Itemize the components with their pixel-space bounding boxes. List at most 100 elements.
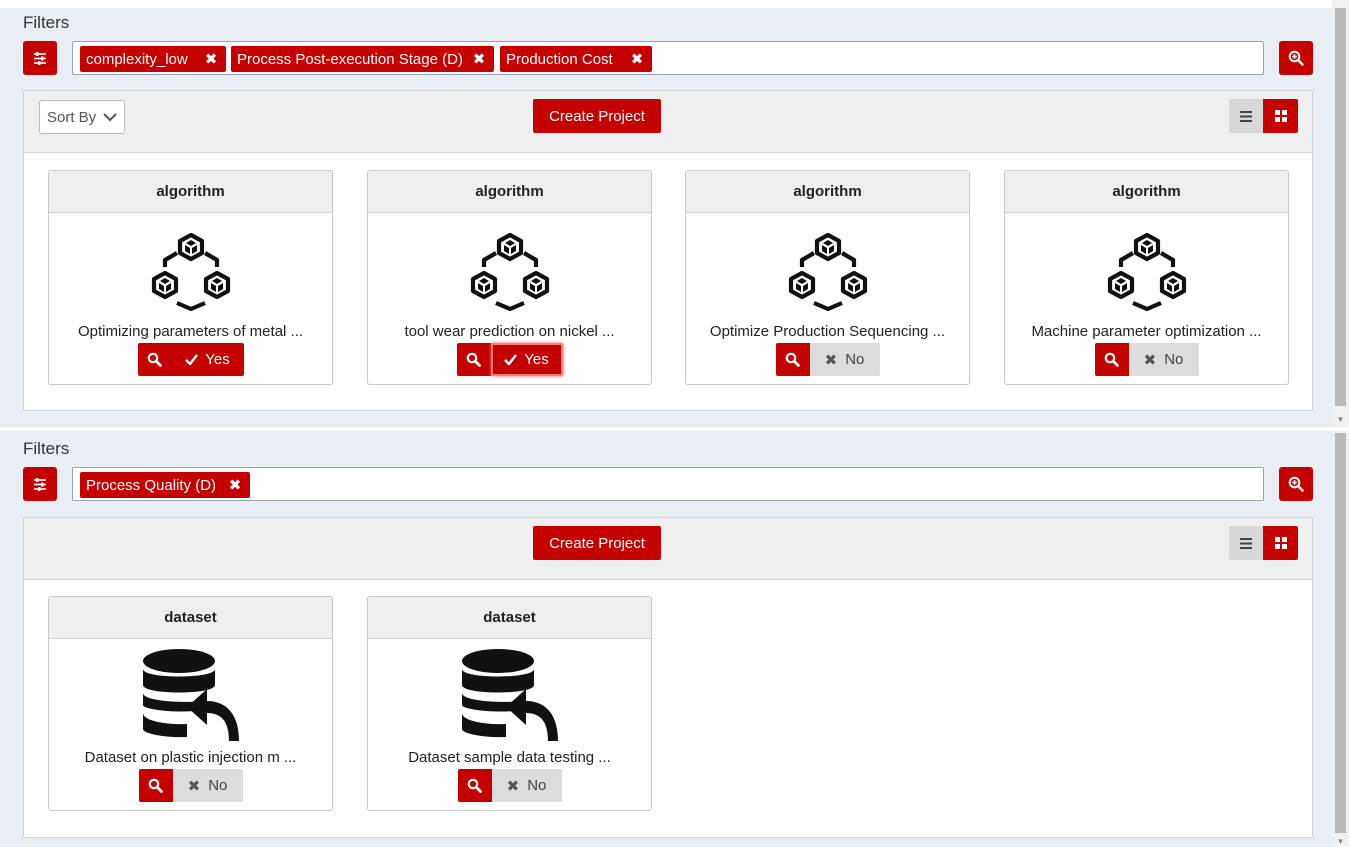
status-toggle-button[interactable]: Yes [490,343,563,376]
status-label: No [845,351,865,368]
search-filters-button[interactable] [1279,467,1313,501]
status-toggle-button[interactable]: ✖ No [172,769,243,802]
projects-toolbar: Create Project [24,518,1312,580]
project-card: dataset Dataset on plastic injection m .… [48,596,333,811]
search-icon [148,778,163,793]
view-button[interactable] [138,769,173,802]
filter-toggle-button[interactable] [23,41,57,75]
project-card: algorithm Machine parameter optimization… [1004,170,1289,385]
card-description: Dataset sample data testing ... [408,749,611,766]
card-description: Optimize Production Sequencing ... [709,323,946,340]
filter-chip: Production Cost ✖ [500,46,652,72]
sliders-icon [34,51,46,65]
sliders-icon [34,477,46,491]
close-icon: ✖ [824,351,838,369]
card-type: algorithm [368,171,651,213]
filter-chip: Process Quality (D) ✖ [80,472,250,498]
projects-container: Sort By Create Project algorithm Optimiz… [23,90,1313,411]
filter-toggle-button[interactable] [23,467,57,501]
project-card: dataset Dataset sample data testing ... … [367,596,652,811]
status-label: No [208,777,228,794]
filter-chip-label: complexity_low [86,50,188,68]
filter-chip-label: Production Cost [506,50,613,68]
close-icon: ✖ [506,777,520,795]
close-icon[interactable]: ✖ [196,50,226,68]
filter-chip-label: Process Post-execution Stage (D) [237,50,463,68]
filters-label: Filters [23,439,70,458]
search-icon [466,352,481,367]
card-type: algorithm [49,171,332,213]
create-project-button[interactable]: Create Project [533,99,661,133]
search-icon [785,352,800,367]
scroll-down-icon[interactable]: ▼ [1332,837,1349,847]
status-toggle-button[interactable]: ✖ No [491,769,562,802]
view-button[interactable] [137,343,172,376]
view-button[interactable] [456,343,491,376]
grid-view-button[interactable] [1263,526,1298,560]
cubes-network-icon [149,229,233,313]
close-icon[interactable]: ✖ [622,50,652,68]
close-icon: ✖ [1143,351,1157,369]
cubes-network-icon [468,229,552,313]
status-label: Yes [205,351,230,368]
status-label: No [1164,351,1184,368]
sort-by-select[interactable]: Sort By [39,100,125,134]
project-card: algorithm Optimize Production Sequencing… [685,170,970,385]
chevron-down-icon [103,112,117,121]
database-import-icon [142,649,239,741]
filters-label: Filters [23,13,70,32]
filter-chip-input[interactable]: Process Quality (D) ✖ [72,467,1264,501]
grid-view-button[interactable] [1263,99,1298,133]
filter-chip-input[interactable]: complexity_low ✖ Process Post-execution … [72,41,1264,75]
check-icon [504,354,518,365]
card-type: algorithm [1005,171,1288,213]
projects-container: Create Project dataset Dataset on plasti… [23,517,1313,838]
view-button[interactable] [1094,343,1129,376]
card-description: Dataset on plastic injection m ... [84,749,297,766]
list-icon [1240,110,1252,122]
close-icon: ✖ [187,777,201,795]
check-icon [185,354,199,365]
view-button[interactable] [775,343,810,376]
filter-chip: complexity_low ✖ [80,46,226,72]
project-card: algorithm Optimizing parameters of metal… [48,170,333,385]
card-description: Machine parameter optimization ... [1031,323,1262,340]
list-view-button[interactable] [1229,526,1263,560]
grid-icon [1274,110,1287,122]
card-description: Optimizing parameters of metal ... [77,323,304,340]
filter-chip-label: Process Quality (D) [86,476,217,494]
filter-chip: Process Post-execution Stage (D) ✖ [231,46,494,72]
scrollbar[interactable]: ▼ [1332,0,1349,427]
status-toggle-button[interactable]: Yes [171,343,244,376]
projects-toolbar: Sort By Create Project [24,91,1312,153]
create-project-button[interactable]: Create Project [533,526,661,560]
scrollbar-thumb[interactable] [1335,433,1346,833]
status-toggle-button[interactable]: ✖ No [809,343,880,376]
card-type: dataset [368,597,651,639]
cubes-network-icon [1105,229,1189,313]
scroll-down-icon[interactable]: ▼ [1332,415,1349,425]
filter-panel-2: Filters Process Quality (D) ✖ Create Pro… [0,431,1332,847]
list-view-button[interactable] [1229,99,1263,133]
project-card: algorithm tool wear prediction on nickel… [367,170,652,385]
status-label: Yes [524,351,549,368]
search-plus-icon [1288,476,1304,492]
status-label: No [527,777,547,794]
scrollbar-thumb[interactable] [1335,8,1346,406]
scrollbar[interactable]: ▼ [1332,431,1349,847]
card-type: dataset [49,597,332,639]
status-toggle-button[interactable]: ✖ No [1128,343,1199,376]
view-button[interactable] [457,769,492,802]
card-description: tool wear prediction on nickel ... [404,323,615,340]
close-icon[interactable]: ✖ [220,476,250,494]
search-plus-icon [1288,50,1304,66]
sort-by-label: Sort By [47,108,97,126]
card-type: algorithm [686,171,969,213]
search-filters-button[interactable] [1279,41,1313,75]
grid-icon [1274,537,1287,549]
search-icon [467,778,482,793]
database-import-icon [461,649,558,741]
cubes-network-icon [786,229,870,313]
close-icon[interactable]: ✖ [464,50,494,68]
search-icon [147,352,162,367]
